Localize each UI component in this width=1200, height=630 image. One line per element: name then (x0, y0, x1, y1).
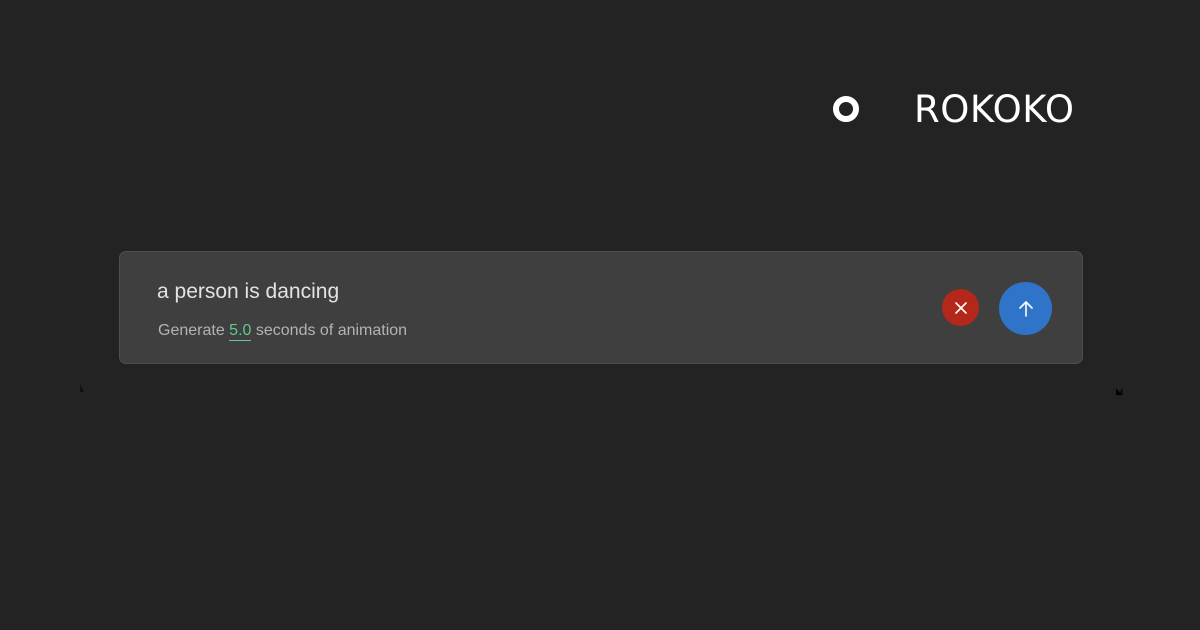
arrow-up-icon (1018, 300, 1034, 318)
brand-logo: ROKOKO (832, 90, 1092, 130)
duration-prefix: Generate (158, 322, 225, 339)
submit-button[interactable] (999, 282, 1052, 335)
brand-name: ROKOKO (914, 88, 1075, 131)
corner-marker-right (1116, 388, 1123, 395)
duration-line: Generate 5.0 seconds of animation (158, 321, 407, 341)
close-icon (954, 301, 967, 314)
ring-icon (833, 96, 859, 122)
corner-marker-left (80, 384, 89, 392)
duration-value-input[interactable]: 5.0 (229, 322, 252, 341)
clear-button[interactable] (942, 289, 979, 326)
duration-suffix: seconds of animation (255, 322, 408, 339)
prompt-input[interactable]: a person is dancing (157, 279, 339, 305)
prompt-panel: a person is dancing Generate 5.0 seconds… (119, 251, 1083, 364)
